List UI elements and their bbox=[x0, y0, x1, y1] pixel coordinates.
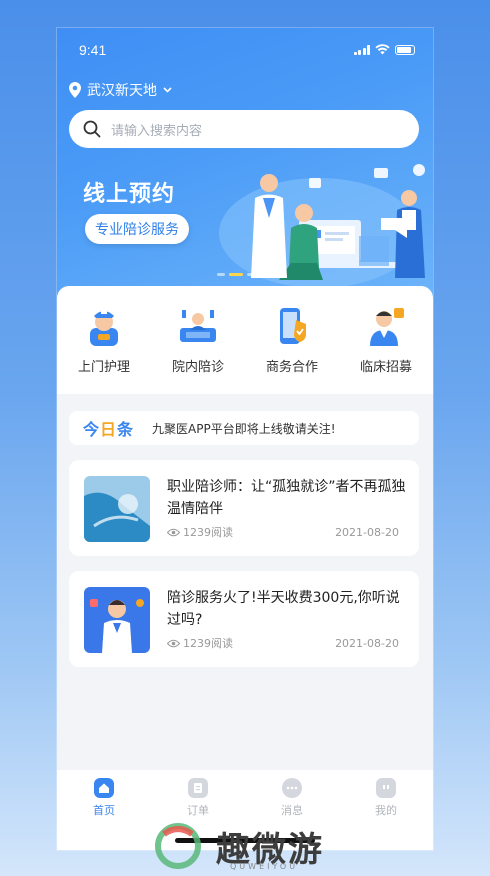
tab-home[interactable]: 首页 bbox=[74, 778, 134, 850]
status-bar: 9:41 bbox=[79, 40, 415, 60]
business-phone-icon bbox=[280, 308, 306, 344]
orders-icon bbox=[188, 778, 208, 798]
banner-title: 线上预约 bbox=[83, 182, 176, 207]
wifi-icon bbox=[375, 44, 390, 55]
eye-icon bbox=[167, 528, 180, 536]
phone-screen: 9:41 武汉新天地 请输入搜索内容 线上预约 专业陪诊服务 上门护理 院内陪诊… bbox=[57, 28, 433, 850]
notice-text: 九聚医APP平台即将上线敬请关注! bbox=[152, 421, 336, 436]
service-clinical-recruitment[interactable]: 临床招募 bbox=[346, 304, 426, 394]
read-count: 1239阅读 bbox=[183, 637, 233, 650]
tab-label: 订单 bbox=[187, 804, 209, 817]
service-label: 上门护理 bbox=[77, 360, 130, 375]
today-headline-logo: 今日条 bbox=[83, 420, 135, 439]
search-icon bbox=[83, 120, 101, 138]
pagination-dot[interactable] bbox=[217, 273, 225, 276]
banner-illustration bbox=[219, 164, 425, 288]
pagination-dot-active[interactable] bbox=[229, 273, 243, 276]
service-home-nursing[interactable]: 上门护理 bbox=[64, 304, 144, 394]
message-icon bbox=[282, 778, 302, 798]
battery-icon bbox=[395, 44, 415, 55]
article-date: 2021-08-20 bbox=[335, 636, 399, 650]
signal-icon bbox=[353, 44, 370, 55]
service-in-hospital-escort[interactable]: 院内陪诊 bbox=[158, 304, 238, 394]
article-meta: 1239阅读 2021-08-20 bbox=[167, 524, 399, 540]
status-time: 9:41 bbox=[79, 42, 107, 58]
article-thumbnail bbox=[84, 587, 150, 653]
article-thumbnail bbox=[84, 476, 150, 542]
article-card[interactable]: 职业陪诊师：让“孤独就诊”者不再孤独温情陪伴 1239阅读 2021-08-20 bbox=[69, 460, 419, 556]
search-placeholder: 请输入搜索内容 bbox=[111, 123, 203, 139]
profile-icon bbox=[376, 778, 396, 798]
service-label: 院内陪诊 bbox=[171, 360, 224, 375]
location-pin-icon bbox=[69, 82, 81, 98]
chevron-down-icon bbox=[163, 87, 172, 93]
watermark-logo-icon bbox=[155, 823, 201, 869]
service-business-cooperation[interactable]: 商务合作 bbox=[252, 304, 332, 394]
location-label: 武汉新天地 bbox=[87, 83, 157, 99]
pagination-dot[interactable] bbox=[247, 273, 255, 276]
service-label: 商务合作 bbox=[265, 360, 318, 375]
watermark: 趣微游 QUWEIYOU bbox=[150, 820, 324, 872]
tab-label: 首页 bbox=[93, 804, 115, 817]
tab-label: 我的 bbox=[375, 804, 397, 817]
tab-profile[interactable]: 我的 bbox=[356, 778, 416, 850]
service-label: 临床招募 bbox=[359, 360, 412, 375]
watermark-subtext: QUWEIYOU bbox=[230, 862, 299, 871]
article-card[interactable]: 陪诊服务火了!半天收费300元,你听说过吗? 1239阅读 2021-08-20 bbox=[69, 571, 419, 667]
article-meta: 1239阅读 2021-08-20 bbox=[167, 635, 399, 651]
read-count: 1239阅读 bbox=[183, 526, 233, 539]
article-title: 陪诊服务火了!半天收费300元,你听说过吗? bbox=[167, 590, 400, 628]
hospital-bed-icon bbox=[180, 310, 216, 342]
hero-header: 9:41 武汉新天地 请输入搜索内容 线上预约 专业陪诊服务 bbox=[57, 28, 433, 318]
search-bar[interactable]: 请输入搜索内容 bbox=[69, 110, 419, 148]
status-icons bbox=[353, 44, 415, 55]
eye-icon bbox=[167, 639, 180, 647]
banner-subtitle-pill[interactable]: 专业陪诊服务 bbox=[85, 214, 189, 244]
article-date: 2021-08-20 bbox=[335, 525, 399, 539]
banner-pagination bbox=[217, 273, 255, 276]
tab-label: 消息 bbox=[281, 804, 303, 817]
location-selector[interactable]: 武汉新天地 bbox=[69, 80, 172, 100]
home-icon bbox=[94, 778, 114, 798]
home-nurse-icon bbox=[90, 310, 118, 346]
article-title: 职业陪诊师：让“孤独就诊”者不再孤独温情陪伴 bbox=[167, 479, 406, 517]
clinical-recruit-icon bbox=[370, 308, 404, 346]
notice-bar[interactable]: 今日条 九聚医APP平台即将上线敬请关注! bbox=[69, 411, 419, 445]
service-grid: 上门护理 院内陪诊 商务合作 临床招募 bbox=[57, 286, 433, 394]
